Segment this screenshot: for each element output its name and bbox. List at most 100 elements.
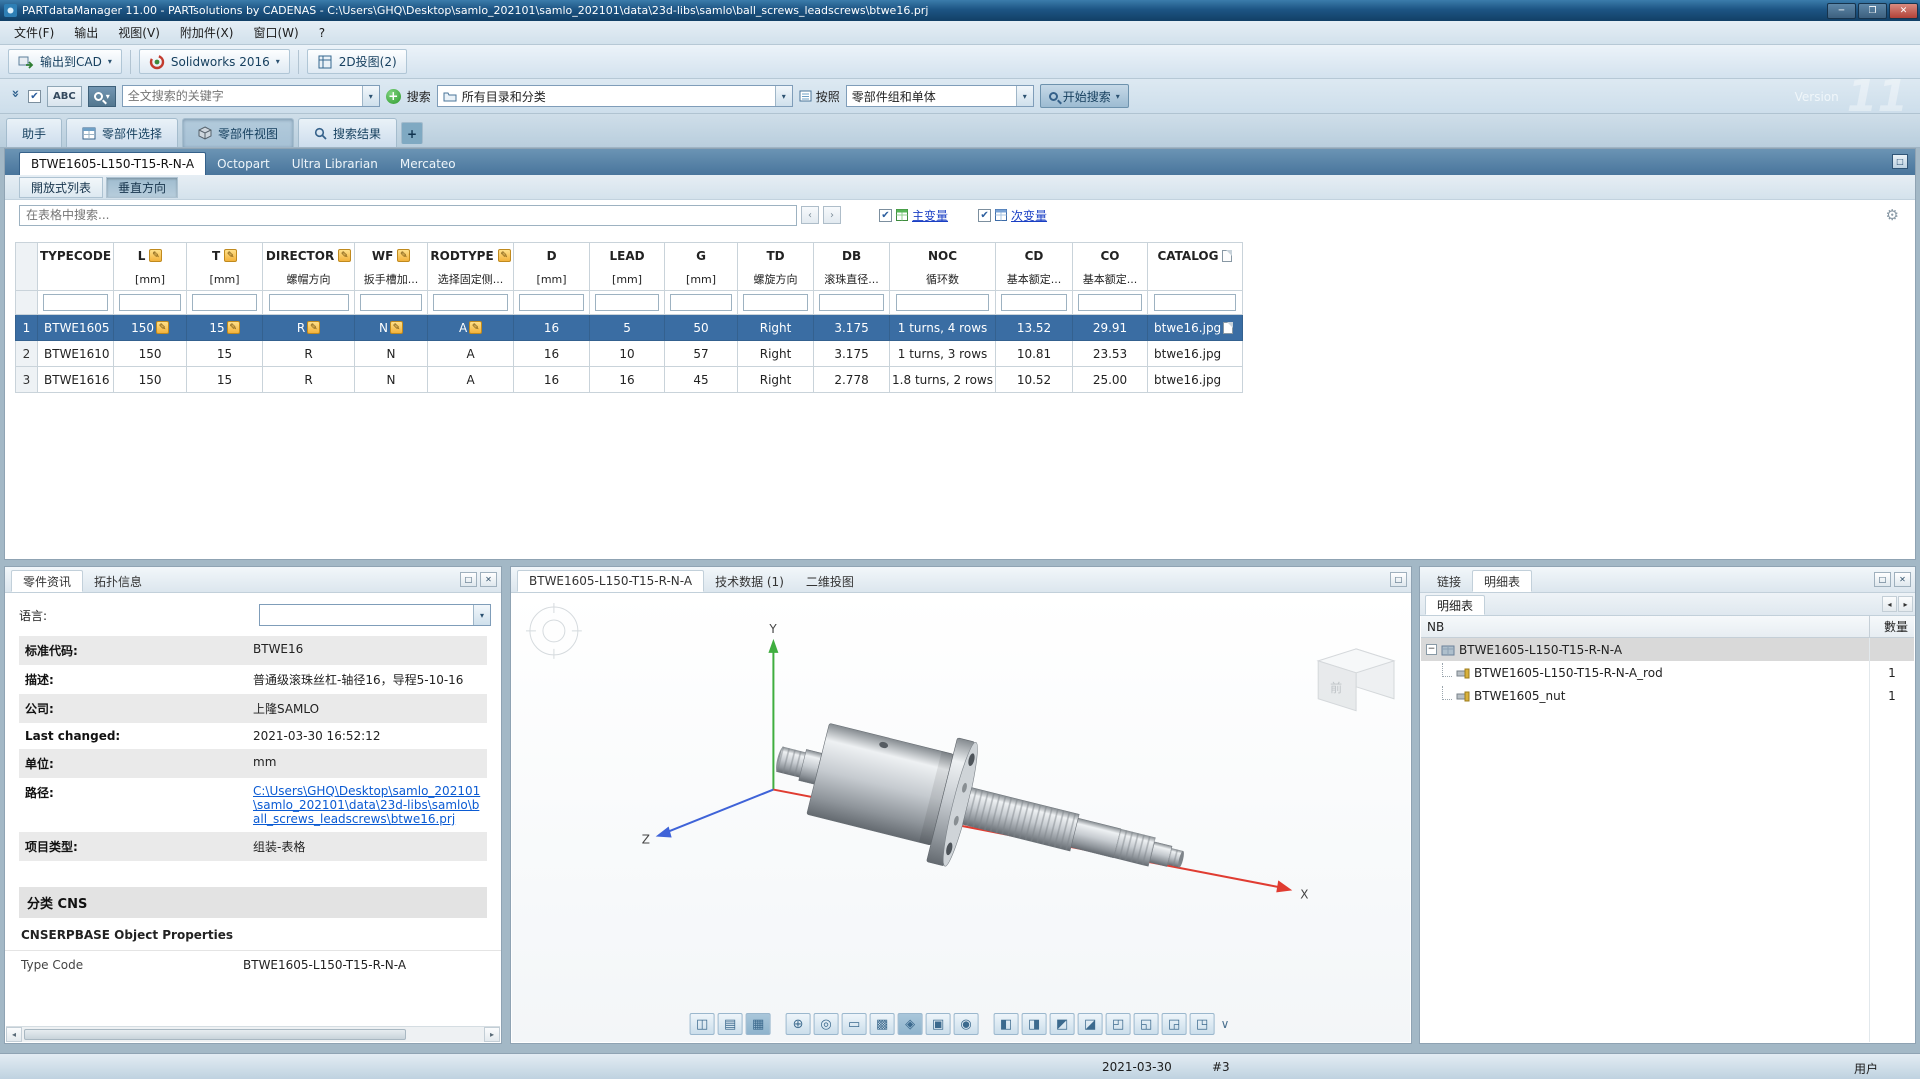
measure-icon[interactable]: ◉ <box>954 1013 979 1035</box>
view-dimetric-icon[interactable]: ◳ <box>1190 1013 1215 1035</box>
3d-viewport[interactable]: 前 Y Z X <box>512 593 1410 1042</box>
abc-toggle-button[interactable]: ABC <box>47 86 82 107</box>
column-filter-input[interactable] <box>743 294 808 311</box>
render-icon[interactable]: ▣ <box>926 1013 951 1035</box>
part-tab-mercateo[interactable]: Mercateo <box>389 153 467 175</box>
panel-close-icon[interactable]: ✕ <box>480 572 497 587</box>
edit-pencil-icon[interactable]: ✎ <box>338 249 351 262</box>
zoom-fit-icon[interactable]: ◎ <box>814 1013 839 1035</box>
tab-3d-model[interactable]: BTWE1605-L150-T15-R-N-A <box>517 570 704 592</box>
subtab-scroll-left-icon[interactable]: ◂ <box>1882 596 1897 612</box>
column-filter-input[interactable] <box>433 294 508 311</box>
collapse-chevron-icon[interactable]: » <box>8 89 23 103</box>
tab-bom[interactable]: 明细表 <box>1472 570 1532 592</box>
table-row[interactable]: 3 BTWE1616 150 15 R N A 16 16 45 Right 2… <box>16 367 1243 393</box>
edit-pencil-icon[interactable]: ✎ <box>390 321 403 334</box>
edit-pencil-icon[interactable]: ✎ <box>156 321 169 334</box>
keyword-search-input[interactable] <box>123 87 362 105</box>
2d-projection-button[interactable]: 2D投图(2) <box>307 49 407 74</box>
tab-part-view[interactable]: 零部件视图 <box>182 118 294 147</box>
grid-icon[interactable]: ▩ <box>870 1013 895 1035</box>
panel-close-icon[interactable]: ✕ <box>1894 572 1911 587</box>
column-filter-input[interactable] <box>670 294 733 311</box>
prev-match-button[interactable]: ‹ <box>801 206 819 224</box>
column-filter-input[interactable] <box>269 294 349 311</box>
part-tab-btwe1605[interactable]: BTWE1605-L150-T15-R-N-A <box>19 152 206 175</box>
view-top-icon[interactable]: ◰ <box>1106 1013 1131 1035</box>
bom-row-assembly[interactable]: − BTWE1605-L150-T15-R-N-A <box>1421 638 1914 661</box>
export-to-cad-button[interactable]: 输出到CAD ▾ <box>8 49 122 74</box>
scrollbar-track[interactable] <box>22 1029 484 1040</box>
menu-view[interactable]: 视图(V) <box>108 21 170 44</box>
table-search-input[interactable] <box>19 205 797 226</box>
secondary-variable-toggle[interactable]: ✔ 次变量 <box>978 207 1047 224</box>
edit-pencil-icon[interactable]: ✎ <box>149 249 162 262</box>
material-icon[interactable]: ◈ <box>898 1013 923 1035</box>
subtab-scroll-right-icon[interactable]: ▸ <box>1898 596 1913 612</box>
add-tab-button[interactable]: + <box>401 122 423 144</box>
search-by-select[interactable]: 零部件组和单体 ▾ <box>846 85 1034 107</box>
view-bottom-icon[interactable]: ◱ <box>1134 1013 1159 1035</box>
primary-variable-checkbox[interactable]: ✔ <box>879 209 892 222</box>
more-options-chevron-icon[interactable]: ∨ <box>1218 1017 1233 1031</box>
edit-pencil-icon[interactable]: ✎ <box>224 249 237 262</box>
secondary-variable-checkbox[interactable]: ✔ <box>978 209 991 222</box>
shaded-view-icon[interactable]: ▤ <box>718 1013 743 1035</box>
selection-frame-icon[interactable]: ▭ <box>842 1013 867 1035</box>
table-row[interactable]: 1 BTWE1605 150✎ 15✎ R✎ N✎ A✎ 16 5 50 Rig… <box>16 315 1243 341</box>
column-filter-input[interactable] <box>192 294 257 311</box>
menu-file[interactable]: 文件(F) <box>4 21 64 44</box>
column-filter-input[interactable] <box>819 294 884 311</box>
menu-window[interactable]: 窗口(W) <box>243 21 308 44</box>
panel-maximize-icon[interactable]: □ <box>1874 572 1891 587</box>
start-search-button[interactable]: 开始搜索 ▾ <box>1040 84 1129 108</box>
part-tab-ultra-librarian[interactable]: Ultra Librarian <box>281 153 389 175</box>
project-path-link[interactable]: C:\Users\GHQ\Desktop\samlo_202101\samlo_… <box>253 784 480 826</box>
primary-variable-toggle[interactable]: ✔ 主变量 <box>879 207 948 224</box>
column-filter-input[interactable] <box>43 294 108 311</box>
panel-maximize-icon[interactable]: □ <box>1390 572 1407 587</box>
close-button[interactable]: ✕ <box>1889 3 1918 19</box>
column-filter-input[interactable] <box>1154 294 1237 311</box>
column-filter-input[interactable] <box>595 294 659 311</box>
column-filter-input[interactable] <box>1078 294 1142 311</box>
panel-maximize-icon[interactable]: □ <box>460 572 477 587</box>
view-iso-icon[interactable]: ◲ <box>1162 1013 1187 1035</box>
table-settings-gear-icon[interactable]: ⚙ <box>1886 206 1899 224</box>
edit-pencil-icon[interactable]: ✎ <box>469 321 482 334</box>
table-row[interactable]: 2 BTWE1610 150 15 R N A 16 10 57 Right 3… <box>16 341 1243 367</box>
language-select[interactable]: ▾ <box>259 604 491 626</box>
scroll-left-icon[interactable]: ◂ <box>6 1027 22 1042</box>
column-filter-input[interactable] <box>119 294 182 311</box>
search-mode-button[interactable]: ▾ <box>88 86 116 107</box>
menu-help[interactable]: ? <box>309 23 335 43</box>
scrollbar-thumb[interactable] <box>24 1029 406 1040</box>
tab-search-results[interactable]: 搜索结果 <box>298 118 397 147</box>
tab-vertical[interactable]: 垂直方向 <box>106 177 178 198</box>
edit-pencil-icon[interactable]: ✎ <box>498 249 511 262</box>
tab-2d-projection[interactable]: 二维投图 <box>795 570 865 592</box>
caret-down-icon[interactable]: ▾ <box>362 86 379 106</box>
menu-export[interactable]: 输出 <box>64 21 108 44</box>
edit-pencil-icon[interactable]: ✎ <box>397 249 410 262</box>
maximize-button[interactable]: ❐ <box>1858 3 1887 19</box>
panel-maximize-icon[interactable]: □ <box>1892 154 1908 169</box>
subtab-bom[interactable]: 明细表 <box>1425 595 1485 615</box>
wireframe-view-icon[interactable]: ▦ <box>746 1013 771 1035</box>
tab-technical-data[interactable]: 技术数据 (1) <box>704 570 795 592</box>
tab-topology-info[interactable]: 拓扑信息 <box>83 570 153 592</box>
tab-open-list[interactable]: 開放式列表 <box>19 177 103 198</box>
tab-assistant[interactable]: 助手 <box>6 118 62 147</box>
scroll-right-icon[interactable]: ▸ <box>484 1027 500 1042</box>
add-search-term-icon[interactable]: + <box>386 89 401 104</box>
menu-addons[interactable]: 附加件(X) <box>170 21 244 44</box>
column-filter-input[interactable] <box>1001 294 1067 311</box>
bom-row-part[interactable]: BTWE1605_nut 1 <box>1421 684 1914 707</box>
cad-system-select[interactable]: Solidworks 2016 ▾ <box>139 49 290 74</box>
column-filter-input[interactable] <box>360 294 423 311</box>
view-left-icon[interactable]: ◩ <box>1050 1013 1075 1035</box>
bom-row-part[interactable]: BTWE1605-L150-T15-R-N-A_rod 1 <box>1421 661 1914 684</box>
view-right-icon[interactable]: ◪ <box>1078 1013 1103 1035</box>
tab-links[interactable]: 链接 <box>1426 570 1472 592</box>
column-filter-input[interactable] <box>519 294 584 311</box>
